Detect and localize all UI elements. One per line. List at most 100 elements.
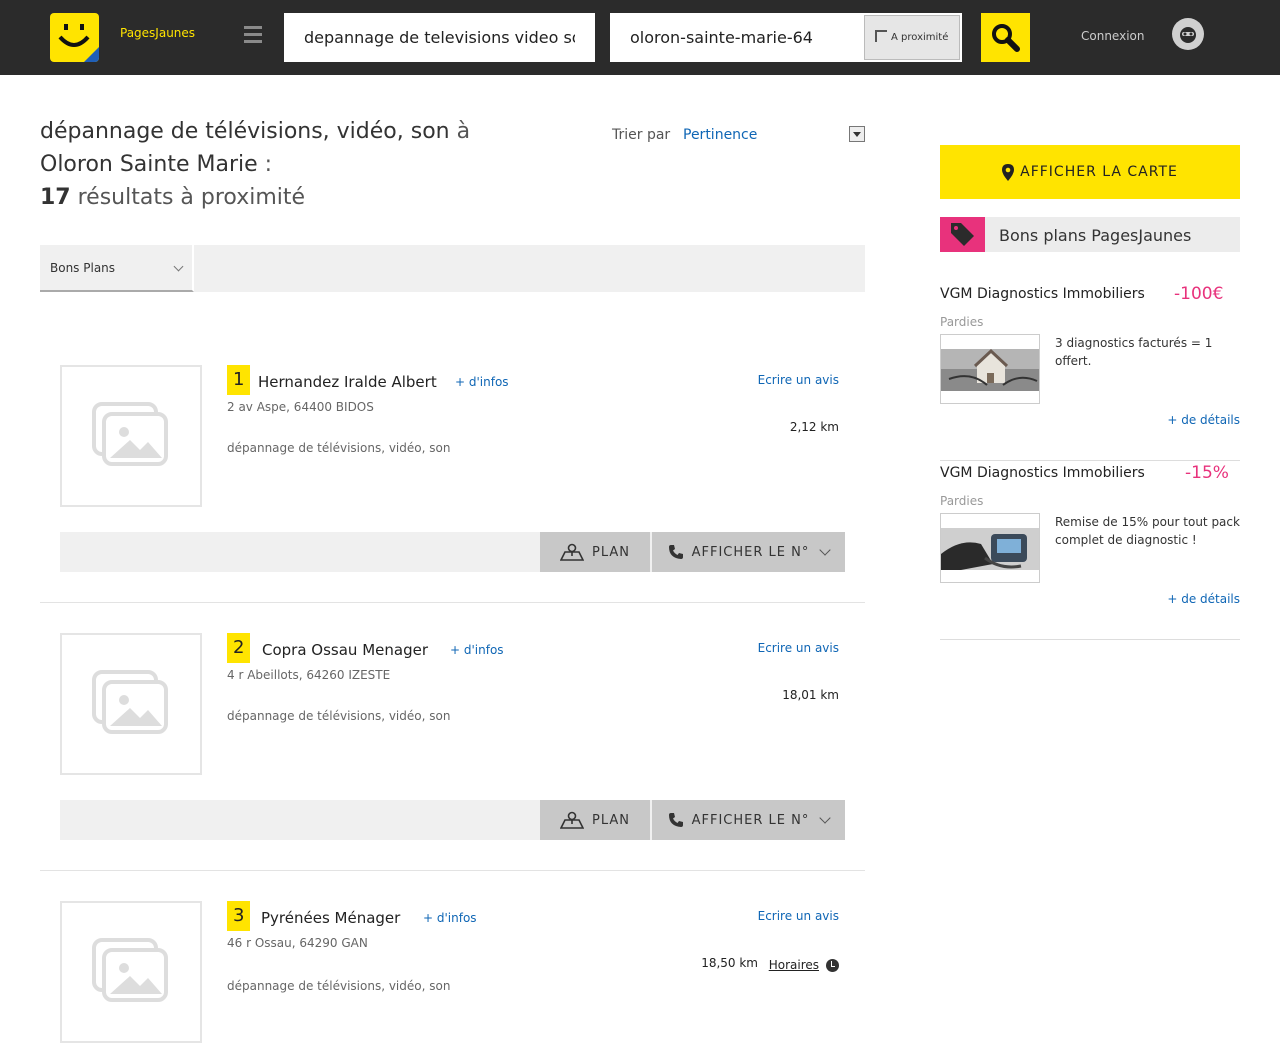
filter-label: Bons Plans [50,261,116,275]
listing-address: 2 av Aspe, 64400 BIDOS [227,400,374,414]
deal-location: Pardies [940,494,984,508]
sort-dropdown[interactable]: Pertinence [683,124,865,146]
opening-hours-link[interactable]: Horaires [769,958,819,972]
deal-business-name[interactable]: VGM Diagnostics Immobiliers [940,286,1145,302]
deal-details-link[interactable]: + de détails [1167,592,1240,606]
deal-description: Remise de 15% pour tout pack complet de … [1055,515,1240,547]
colon: : [264,152,273,177]
listing-address: 4 r Abeillots, 64260 IZESTE [227,668,391,682]
plan-label: PLAN [592,812,630,828]
listing-category: dépannage de télévisions, vidéo, son [227,709,451,723]
search-icon [992,24,1020,52]
plan-button[interactable]: PLAN [540,532,650,572]
write-review-link[interactable]: Ecrire un avis [758,909,839,923]
listing-address: 46 r Ossau, 64290 GAN [227,936,368,950]
listing-action-bar: PLAN AFFICHER LE N° [60,800,845,840]
proximity-label: A proximité [891,32,949,43]
deal-photo[interactable] [940,513,1040,583]
search-where-input[interactable] [610,13,864,62]
results-count: 17 [40,185,71,210]
listing-distance: 2,12 km [789,420,839,434]
listing-rank: 1 [227,365,251,395]
search-button[interactable] [981,13,1030,62]
phone-label: AFFICHER LE N° [691,544,810,560]
map-pin-icon [560,543,584,561]
clock-icon [826,959,839,972]
map-pin-icon [560,811,584,829]
diagnostic-device-image [941,514,1039,582]
location-pin-icon [1002,163,1015,181]
plan-button[interactable]: PLAN [540,800,650,840]
preposition: à [456,119,471,144]
deal-details-link[interactable]: + de détails [1167,413,1240,427]
chevron-down-icon [819,812,832,824]
filter-deals-dropdown[interactable]: Bons Plans [40,245,194,292]
brand-name[interactable]: PagesJaunes [120,26,195,40]
house-model-image [941,335,1039,403]
deals-header: Bons plans PagesJaunes [940,217,1240,252]
top-header: PagesJaunes A proximité Connexion [0,0,1280,75]
deal-item: VGM Diagnostics Immobiliers -15% Pardies… [940,461,1240,640]
smiley-logo-icon [58,24,99,62]
user-avatar-icon[interactable] [1172,18,1204,50]
listing-photo-placeholder[interactable] [60,365,202,507]
search-what-input[interactable] [284,13,595,62]
deal-business-name[interactable]: VGM Diagnostics Immobiliers [940,465,1145,481]
listing-card: 2 Copra Ossau Menager + d'infos Ecrire u… [40,633,865,871]
write-review-link[interactable]: Ecrire un avis [758,641,839,655]
deal-item: VGM Diagnostics Immobiliers -100€ Pardie… [940,282,1240,461]
show-phone-button[interactable]: AFFICHER LE N° [652,532,845,572]
listing-distance: 18,50 km [701,956,758,970]
price-tag-icon [940,217,985,252]
query-text: dépannage de télévisions, vidéo, son [40,119,450,144]
listing-name[interactable]: Copra Ossau Menager [262,641,428,659]
deal-discount: -15% [1185,463,1229,483]
phone-icon [668,545,683,559]
proximity-checkbox[interactable]: A proximité [864,15,960,60]
image-placeholder-icon [92,402,168,466]
deal-discount: -100€ [1174,284,1224,304]
phone-icon [668,813,683,827]
results-heading: dépannage de télévisions, vidéo, son à O… [40,115,560,214]
results-count-label: résultats à proximité [77,185,306,210]
plan-label: PLAN [592,544,630,560]
listing-rank: 2 [227,633,251,663]
more-info-link[interactable]: + d'infos [455,375,509,389]
chevron-down-icon [173,261,184,272]
listing-photo-placeholder[interactable] [60,633,202,775]
sort-label: Trier par [612,127,671,143]
login-link[interactable]: Connexion [1081,29,1145,43]
more-info-link[interactable]: + d'infos [423,911,477,925]
deal-description: 3 diagnostics facturés = 1 offert. [1055,336,1213,368]
listing-photo-placeholder[interactable] [60,901,202,1043]
image-placeholder-icon [92,670,168,734]
listing-rank: 3 [227,901,251,931]
listing-category: dépannage de télévisions, vidéo, son [227,441,451,455]
listing-category: dépannage de télévisions, vidéo, son [227,979,451,993]
deal-location: Pardies [940,315,984,329]
filter-bar: Bons Plans [40,245,865,292]
show-phone-button[interactable]: AFFICHER LE N° [652,800,845,840]
deal-photo[interactable] [940,334,1040,404]
show-map-button[interactable]: AFFICHER LA CARTE [940,145,1240,199]
menu-icon[interactable] [244,26,262,46]
more-info-link[interactable]: + d'infos [450,643,504,657]
listing-action-bar: PLAN AFFICHER LE N° [60,532,845,572]
image-placeholder-icon [92,938,168,1002]
chevron-down-icon [819,544,832,556]
pagesjaunes-logo[interactable] [50,13,99,62]
city-text: Oloron Sainte Marie [40,152,258,177]
sort-value: Pertinence [683,127,758,143]
listing-card: 3 Pyrénées Ménager + d'infos Ecrire un a… [40,901,865,1043]
deals-title: Bons plans PagesJaunes [999,226,1192,245]
phone-label: AFFICHER LE N° [691,812,810,828]
dropdown-arrow-icon [849,126,865,142]
write-review-link[interactable]: Ecrire un avis [758,373,839,387]
show-map-label: AFFICHER LA CARTE [1020,164,1178,180]
search-where-field: A proximité [610,13,962,62]
checkbox-icon [875,29,887,42]
listing-name[interactable]: Hernandez Iralde Albert [258,373,437,391]
listing-name[interactable]: Pyrénées Ménager [261,909,400,927]
listing-card: 1 Hernandez Iralde Albert + d'infos Ecri… [40,365,865,603]
listing-distance: 18,01 km [782,688,839,702]
